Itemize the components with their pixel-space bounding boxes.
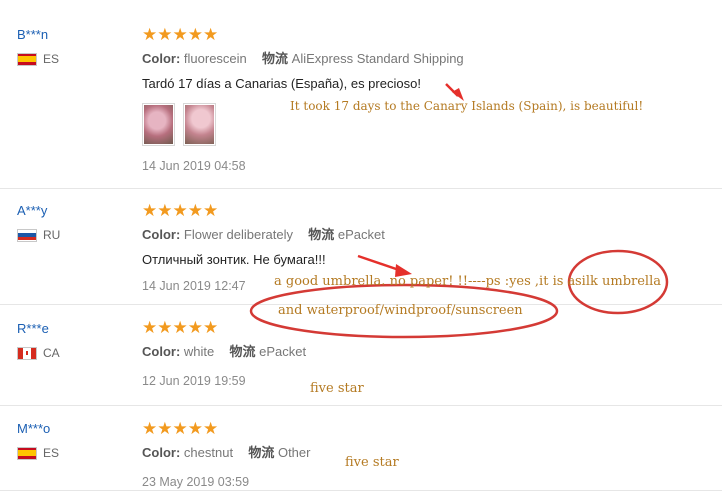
country-code: ES — [43, 446, 60, 460]
spain-flag-icon — [17, 446, 37, 460]
star-rating: ★★★★★ — [142, 419, 219, 438]
star-rating: ★★★★★ — [142, 25, 219, 44]
color-label: Color: — [142, 344, 181, 359]
shipping-label: 物流 — [308, 227, 335, 242]
review-divider — [0, 490, 722, 491]
reviewer-name[interactable]: M***o — [17, 421, 59, 437]
review-text: Отличный зонтик. Не бумага!!! — [142, 252, 326, 267]
russia-flag-icon — [17, 228, 37, 242]
annotation-note: five star — [310, 381, 364, 396]
country-code: RU — [43, 228, 61, 242]
review-meta: Color: chestnut 物流 Other — [142, 445, 702, 461]
shipping-value: AliExpress Standard Shipping — [291, 51, 464, 66]
reviewer-name[interactable]: B***n — [17, 27, 59, 43]
review-text: Tardó 17 días a Canarias (España), es pr… — [142, 76, 421, 91]
review-divider — [0, 405, 722, 406]
reviewer-country: ES — [17, 446, 59, 460]
review-image-thumbnail[interactable] — [142, 103, 175, 146]
reviewer-name[interactable]: R***e — [17, 321, 60, 337]
star-rating: ★★★★★ — [142, 318, 219, 337]
shipping-label: 物流 — [262, 51, 289, 66]
annotation-translation: and waterproof/windproof/sunscreen — [278, 303, 523, 318]
shipping-value: Other — [277, 445, 311, 460]
review-meta: Color: Flower deliberately 物流 ePacket — [142, 227, 702, 243]
review-date: 14 Jun 2019 04:58 — [142, 159, 246, 173]
color-value: white — [183, 344, 215, 359]
review-divider — [0, 188, 722, 189]
review-date: 23 May 2019 03:59 — [142, 475, 250, 489]
color-value: fluorescein — [183, 51, 247, 66]
shipping-label: 物流 — [248, 445, 275, 460]
canada-flag-icon — [17, 346, 37, 360]
star-rating: ★★★★★ — [142, 201, 219, 220]
shipping-value: ePacket — [259, 344, 307, 359]
review-meta: Color: white 物流 ePacket — [142, 344, 702, 360]
reviewer-name[interactable]: A***y — [17, 203, 60, 219]
color-label: Color: — [142, 445, 181, 460]
color-label: Color: — [142, 227, 181, 242]
country-code: CA — [43, 346, 60, 360]
annotation-note: five star — [345, 455, 399, 470]
review-meta: Color: fluorescein 物流 AliExpress Standar… — [142, 51, 702, 67]
shipping-label: 物流 — [229, 344, 256, 359]
shipping-value: ePacket — [337, 227, 385, 242]
annotation-translation: It took 17 days to the Canary Islands (S… — [290, 99, 644, 113]
country-code: ES — [43, 52, 60, 66]
reviewer-country: CA — [17, 346, 60, 360]
review-image-thumbnail[interactable] — [183, 103, 216, 146]
color-value: chestnut — [183, 445, 234, 460]
color-value: Flower deliberately — [183, 227, 294, 242]
spain-flag-icon — [17, 52, 37, 66]
reviewer-country: ES — [17, 52, 59, 66]
review-date: 12 Jun 2019 19:59 — [142, 374, 246, 388]
annotation-translation: a good umbrella. no paper! !!----ps :yes… — [274, 274, 576, 289]
reviewer-country: RU — [17, 228, 60, 242]
color-label: Color: — [142, 51, 181, 66]
annotation-highlight-text: silk umbrella — [575, 274, 661, 289]
